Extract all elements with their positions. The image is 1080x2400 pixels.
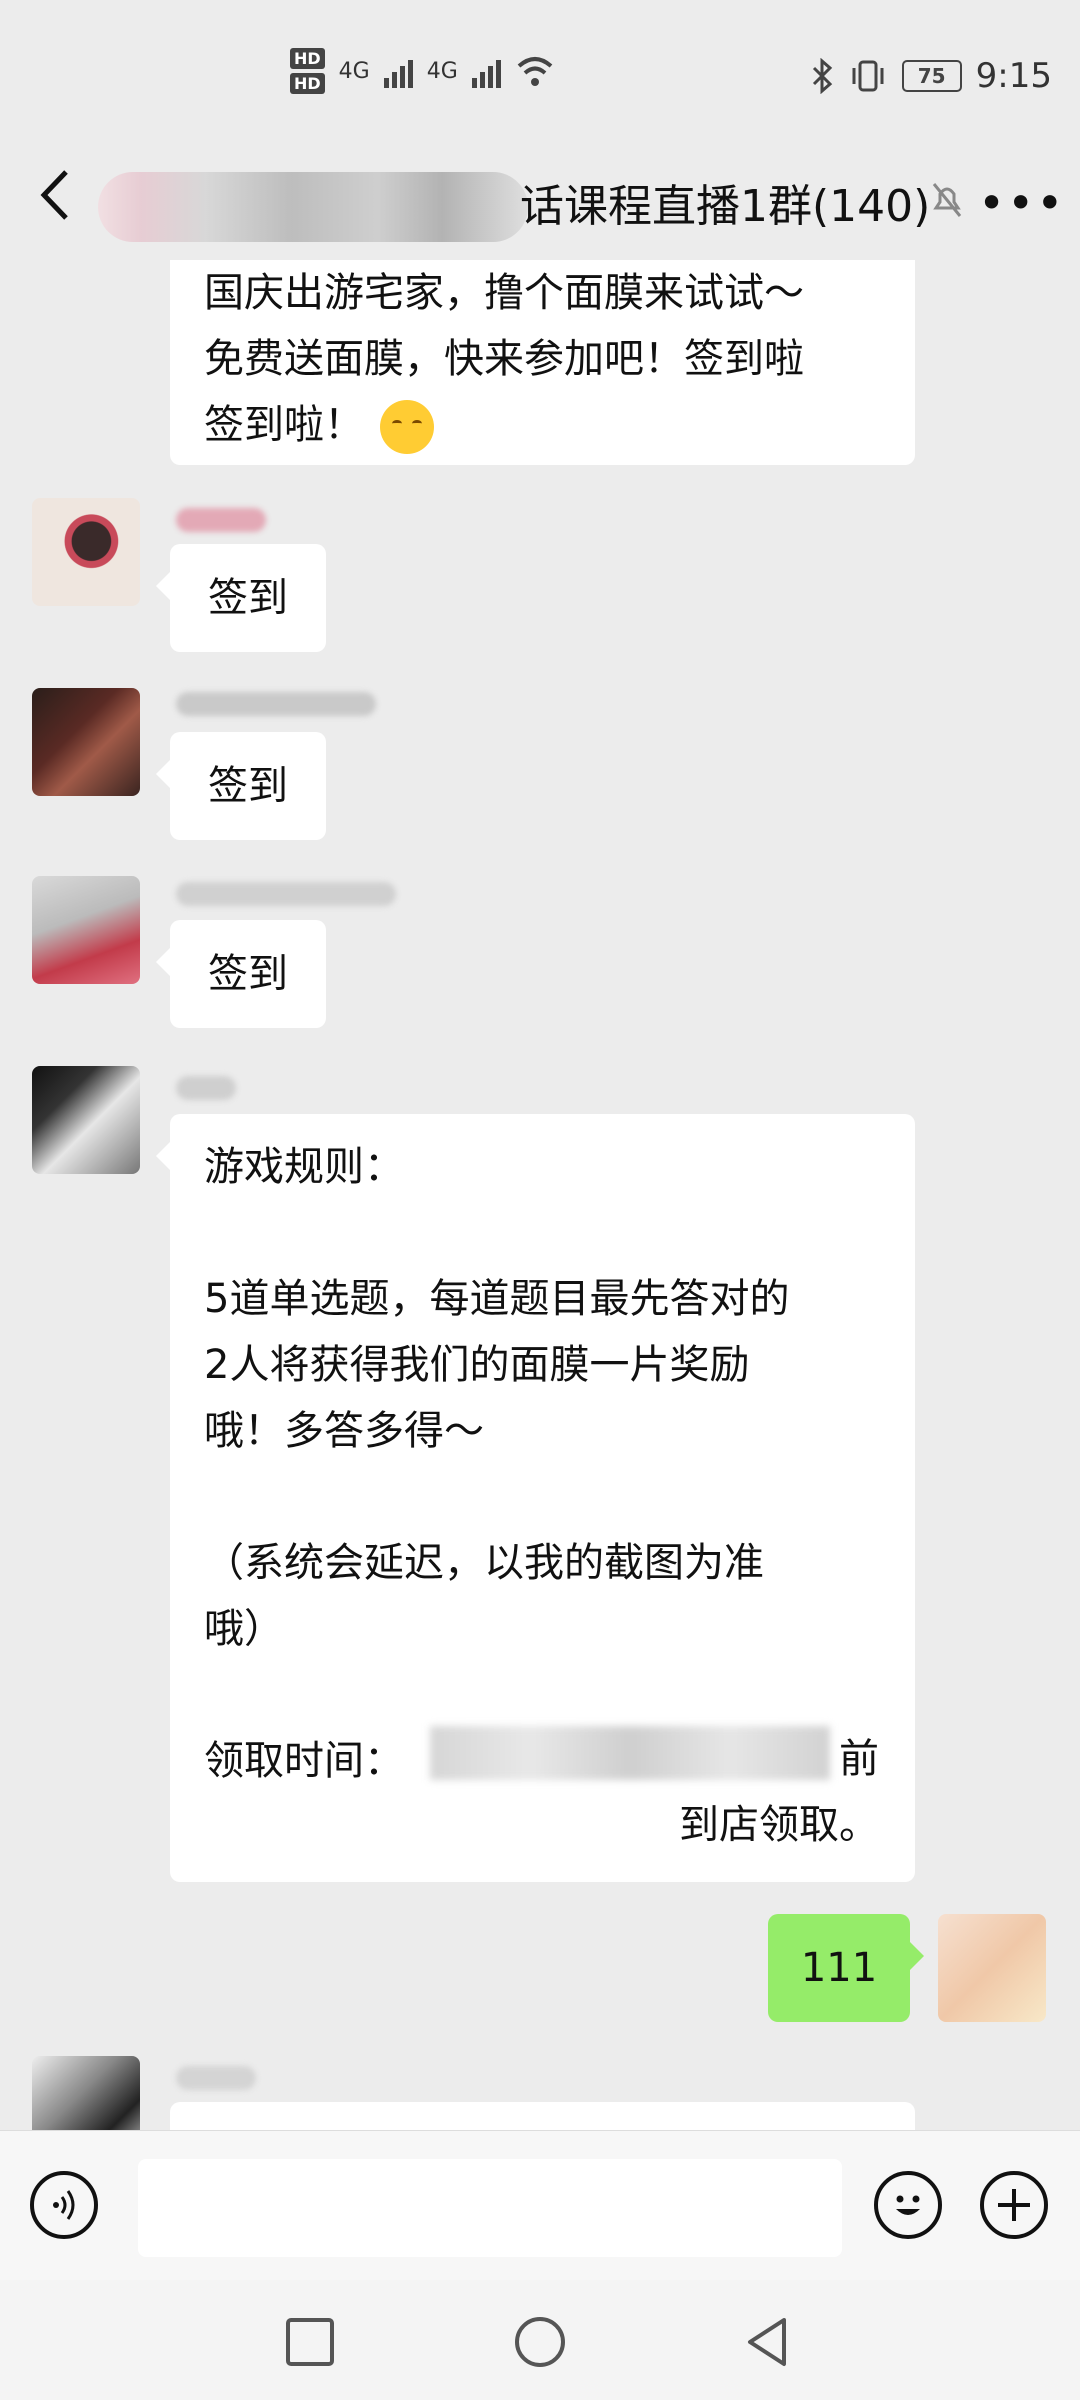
home-icon[interactable] [512, 2314, 568, 2370]
avatar[interactable] [32, 1066, 140, 1174]
avatar[interactable] [32, 688, 140, 796]
message-text: 签到 [208, 575, 288, 621]
chat-header: 话课程直播1群(140) ••• [0, 150, 1080, 260]
wifi-icon [517, 57, 553, 86]
network-label-1: 4G [338, 58, 370, 84]
redacted-nickname [176, 692, 376, 716]
battery-icon: 75 [901, 60, 962, 92]
status-bar: HD HD 4G 4G 75 9:15 [0, 0, 1080, 150]
message-text-end: 前 到店领取。 [679, 1736, 879, 1848]
back-triangle-icon[interactable] [740, 2314, 796, 2370]
message-bubble[interactable]: 签到 [156, 544, 326, 652]
plus-icon[interactable] [980, 2171, 1048, 2239]
status-right: 75 9:15 [810, 56, 1052, 96]
recent-apps-icon[interactable] [282, 2314, 338, 2370]
vibrate-icon [852, 60, 884, 92]
emoji-icon[interactable] [874, 2171, 942, 2239]
input-bar [0, 2130, 1080, 2281]
voice-icon[interactable] [30, 2171, 98, 2239]
avatar[interactable] [32, 876, 140, 984]
status-left: HD HD 4G 4G [290, 48, 555, 94]
message-text: 国庆出游宅家，撸个面膜来试试～ 免费送面膜，快来参加吧！签到啦 签到啦！ [204, 270, 804, 448]
signal-icon [471, 54, 501, 88]
message-list[interactable]: 国庆出游宅家，撸个面膜来试试～ 免费送面膜，快来参加吧！签到啦 签到啦！ 签到 … [0, 260, 1080, 2130]
avatar[interactable] [32, 2056, 140, 2130]
hd-badge-2: HD [290, 73, 325, 94]
redacted-nickname [176, 508, 266, 532]
sent-message-bubble[interactable]: 111 [768, 1914, 924, 2022]
bluetooth-icon [812, 58, 832, 94]
chevron-left-icon[interactable] [30, 160, 80, 230]
redacted-group-name [98, 172, 528, 242]
redacted-nickname [176, 1076, 236, 1100]
redacted-nickname [176, 2066, 256, 2090]
hd-indicators: HD HD [290, 48, 325, 94]
chat-title[interactable]: 话课程直播1群(140) [520, 170, 930, 234]
system-nav-bar [0, 2280, 1080, 2400]
more-options-button[interactable]: ••• [978, 176, 1065, 230]
message-bubble[interactable]: 国庆出游宅家，撸个面膜来试试～ 免费送面膜，快来参加吧！签到啦 签到啦！ [170, 260, 915, 465]
message-text: 签到 [208, 951, 288, 997]
message-bubble[interactable]: 游戏规则： 5道单选题，每道题目最先答对的 2人将获得我们的面膜一片奖励 哦！多… [156, 1114, 915, 1882]
message-text: 111 [800, 1945, 878, 1991]
signal-icon [383, 54, 413, 88]
hd-badge-1: HD [290, 48, 325, 69]
avatar[interactable] [32, 498, 140, 606]
status-time: 9:15 [975, 56, 1052, 96]
redacted-nickname [176, 882, 396, 906]
message-text: 签到 [208, 763, 288, 809]
my-avatar[interactable] [938, 1914, 1046, 2022]
message-text: 游戏规则： 5道单选题，每道题目最先答对的 2人将获得我们的面膜一片奖励 哦！多… [204, 1144, 790, 1784]
message-bubble[interactable]: 签到 [156, 732, 326, 840]
message-bubble[interactable] [170, 2102, 915, 2130]
message-input[interactable] [138, 2159, 842, 2257]
bell-off-icon [932, 183, 962, 217]
message-bubble[interactable]: 签到 [156, 920, 326, 1028]
relieved-face-icon [380, 400, 434, 454]
network-label-2: 4G [426, 58, 458, 84]
